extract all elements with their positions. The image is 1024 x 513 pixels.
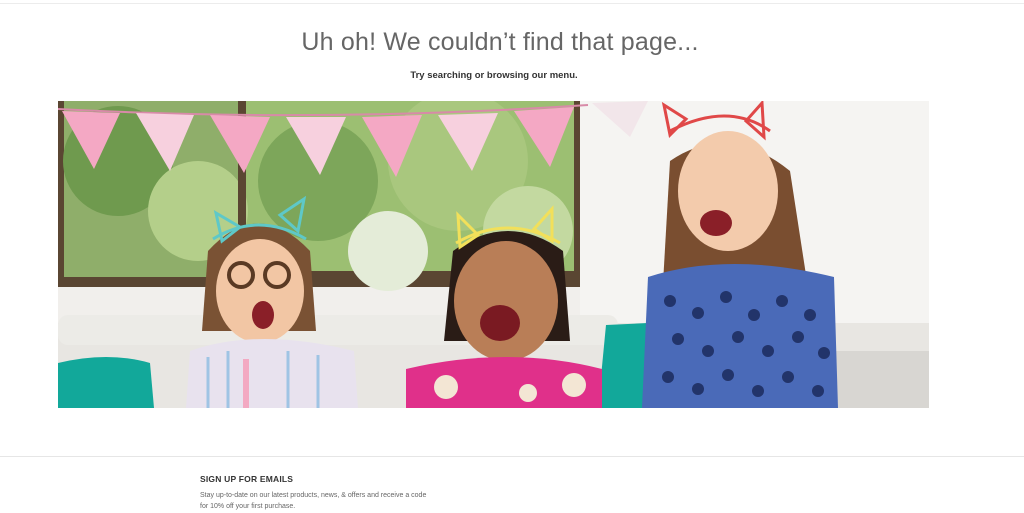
hero-image [58, 101, 929, 408]
email-signup-description: Stay up-to-date on our latest products, … [200, 492, 427, 510]
footer-divider [0, 456, 1024, 457]
children-photo-illustration [58, 101, 929, 408]
error-page: Uh oh! We couldn’t find that page... Try… [0, 0, 1024, 513]
page-subtitle: Try searching or browsing our menu. [410, 70, 578, 81]
email-signup-heading: SIGN UP FOR EMAILS [200, 474, 294, 484]
page-title: Uh oh! We couldn’t find that page... [301, 28, 699, 56]
header-divider [0, 3, 1024, 4]
